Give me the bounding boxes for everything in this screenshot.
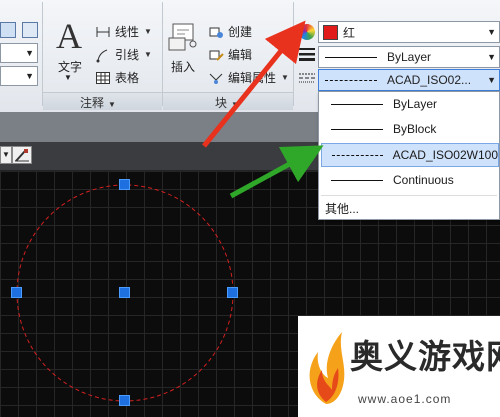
linetype-option-acad-iso02w100[interactable]: ACAD_ISO02W100	[321, 143, 499, 167]
block-title-text: 块	[215, 96, 228, 110]
layer-combo[interactable]: ▼	[0, 43, 38, 63]
line-preview	[331, 179, 383, 181]
lineweight-icon[interactable]	[299, 47, 315, 61]
linetype-value: ACAD_ISO02...	[387, 73, 472, 87]
chevron-down-icon[interactable]: ▼	[281, 73, 289, 82]
line-preview	[332, 154, 383, 156]
linetype-option-byblock[interactable]: ByBlock	[321, 118, 499, 140]
grip-top[interactable]	[119, 179, 130, 190]
chevron-down-icon[interactable]: ▼	[231, 100, 239, 109]
linetype-combo[interactable]: ACAD_ISO02... ▼	[318, 69, 500, 91]
chevron-down-icon[interactable]: ▼	[64, 73, 72, 82]
lineweight-line-preview	[325, 56, 377, 58]
text-a-icon: A	[56, 16, 82, 56]
table-icon	[95, 70, 111, 86]
linetype-option-bylayer[interactable]: ByLayer	[321, 93, 499, 115]
option-label: ACAD_ISO02W100	[392, 148, 498, 162]
grip-bottom[interactable]	[119, 395, 130, 406]
match-properties-icon[interactable]	[12, 146, 32, 164]
grip-left[interactable]	[11, 287, 22, 298]
annotation-title-text: 注释	[80, 96, 105, 110]
color-wheel-icon[interactable]	[299, 24, 315, 40]
linetype-icon[interactable]	[299, 71, 315, 85]
linear-dimension-button[interactable]: 线性 ▼	[95, 23, 152, 40]
leader-button[interactable]: 引线 ▼	[95, 46, 152, 63]
chevron-down-icon[interactable]: ▼	[487, 75, 496, 85]
dropdown-separator	[321, 195, 497, 196]
create-block-icon	[208, 24, 224, 40]
chevron-down-icon[interactable]: ▼	[108, 100, 116, 109]
line-preview	[331, 103, 383, 105]
option-label: ByBlock	[393, 122, 437, 136]
edit-attributes-label: 编辑属性	[228, 71, 277, 85]
color-swatch	[323, 24, 338, 40]
grip-right[interactable]	[227, 287, 238, 298]
edit-attributes-icon	[208, 70, 224, 86]
chevron-down-icon[interactable]: ▼	[487, 27, 496, 37]
lineweight-combo[interactable]: ByLayer ▼	[318, 46, 500, 68]
leader-label: 引线	[115, 48, 140, 62]
other-label: 其他...	[325, 201, 360, 216]
layer-tool-icon-2[interactable]	[22, 22, 38, 38]
view-dropdown[interactable]: ▼	[0, 146, 12, 164]
color-value: 红	[343, 25, 356, 40]
block-panel-title: 块 ▼	[215, 94, 239, 111]
layer-tool-icon[interactable]	[0, 22, 16, 38]
linetype-option-other[interactable]: 其他...	[321, 197, 499, 219]
edit-block-icon	[208, 47, 224, 63]
edit-attributes-button[interactable]: 编辑属性 ▼	[208, 69, 289, 86]
table-label: 表格	[115, 71, 140, 85]
linear-label: 线性	[115, 25, 140, 39]
annotation-panel-title: 注释 ▼	[80, 94, 116, 111]
lineweight-value: ByLayer	[387, 50, 432, 64]
color-combo[interactable]: 红 ▼	[318, 21, 500, 43]
edit-label: 编辑	[228, 48, 253, 62]
flame-logo	[302, 324, 348, 408]
layer-combo-2[interactable]: ▼	[0, 66, 38, 86]
linetype-line-preview	[325, 79, 377, 81]
watermark: 奥义游戏网 www.aoe1.com	[298, 316, 500, 417]
chevron-down-icon[interactable]: ▼	[487, 52, 496, 62]
create-label: 创建	[228, 25, 253, 39]
option-label: ByLayer	[393, 97, 438, 111]
edit-block-button[interactable]: 编辑	[208, 46, 252, 63]
insert-block-icon	[167, 20, 201, 54]
linetype-option-continuous[interactable]: Continuous	[321, 169, 499, 191]
option-label: Continuous	[393, 173, 454, 187]
grip-center[interactable]	[119, 287, 130, 298]
watermark-title: 奥义游戏网	[350, 338, 500, 375]
panel-separator	[293, 2, 294, 106]
watermark-url: www.aoe1.com	[358, 392, 452, 406]
chevron-down-icon[interactable]: ▼	[144, 27, 152, 36]
panel-separator	[42, 2, 43, 106]
leader-icon	[95, 47, 111, 63]
panel-separator	[162, 2, 163, 106]
chevron-down-icon[interactable]: ▼	[144, 50, 152, 59]
line-preview	[331, 128, 383, 130]
dimension-icon	[95, 24, 111, 40]
create-block-button[interactable]: 创建	[208, 23, 252, 40]
linetype-dropdown-list: ByLayer ByBlock ACAD_ISO02W100 Continuou…	[318, 91, 500, 220]
table-button[interactable]: 表格	[95, 69, 139, 86]
insert-label: 插入	[171, 60, 196, 74]
